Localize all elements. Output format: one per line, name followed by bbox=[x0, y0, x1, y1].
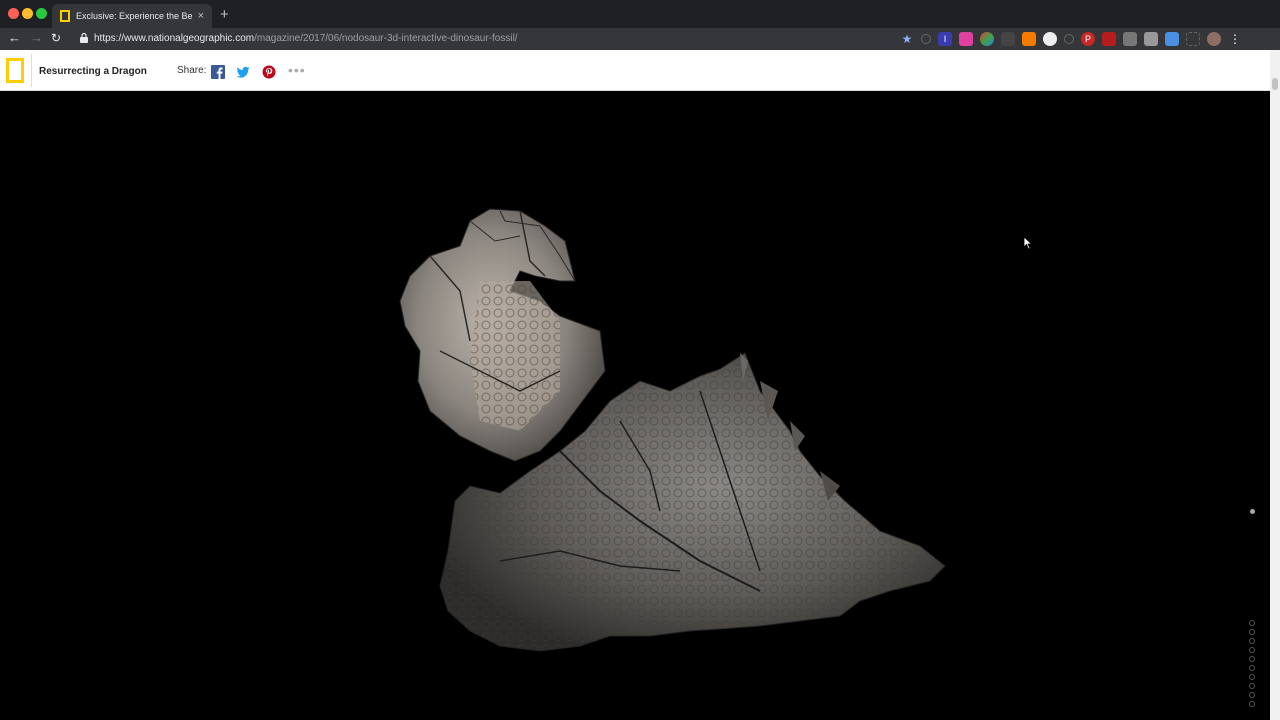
nodosaur-fossil-model bbox=[399, 208, 946, 652]
step-dot[interactable] bbox=[1249, 638, 1255, 644]
extension-icon[interactable] bbox=[1186, 32, 1200, 46]
header-divider bbox=[31, 54, 32, 87]
extension-icon[interactable] bbox=[1123, 32, 1137, 46]
article-title: Resurrecting a Dragon bbox=[39, 66, 147, 77]
extension-icon[interactable]: I bbox=[938, 32, 952, 46]
lock-icon bbox=[80, 33, 88, 43]
step-dot[interactable] bbox=[1249, 629, 1255, 635]
close-window-button[interactable] bbox=[8, 8, 19, 19]
natgeo-logo[interactable] bbox=[6, 58, 24, 83]
step-dot[interactable] bbox=[1249, 665, 1255, 671]
rss-icon[interactable] bbox=[1022, 32, 1036, 46]
page-scrollbar[interactable] bbox=[1270, 50, 1280, 720]
step-dot[interactable] bbox=[1249, 683, 1255, 689]
url-host: https://www.nationalgeographic.com bbox=[94, 33, 255, 44]
share-label: Share: bbox=[177, 65, 207, 76]
facebook-icon[interactable] bbox=[211, 65, 225, 79]
step-dot[interactable] bbox=[1249, 647, 1255, 653]
back-button[interactable]: ← bbox=[8, 30, 21, 45]
reload-button[interactable]: ↻ bbox=[51, 31, 61, 45]
extension-icon[interactable] bbox=[1144, 32, 1158, 46]
viewer-step-navigation bbox=[1249, 620, 1255, 707]
extension-icon[interactable] bbox=[980, 32, 994, 46]
browser-toolbar: ← → ↻ https://www.nationalgeographic.com… bbox=[0, 28, 1280, 50]
extensions-area: ★ I P ⋮ bbox=[900, 31, 1242, 47]
more-share-options-button[interactable]: ••• bbox=[288, 62, 306, 78]
extension-icon[interactable] bbox=[1001, 32, 1015, 46]
url-path: /magazine/2017/06/nodosaur-3d-interactiv… bbox=[254, 33, 518, 44]
step-dot[interactable] bbox=[1249, 656, 1255, 662]
forward-button[interactable]: → bbox=[30, 30, 43, 45]
new-tab-button[interactable]: + bbox=[220, 6, 229, 23]
extension-icon[interactable] bbox=[1064, 34, 1074, 44]
step-dot[interactable] bbox=[1249, 620, 1255, 626]
tab-close-icon[interactable]: × bbox=[198, 10, 204, 22]
minimize-window-button[interactable] bbox=[22, 8, 33, 19]
menu-kebab-icon[interactable]: ⋮ bbox=[1228, 32, 1242, 46]
extension-icon[interactable]: P bbox=[1081, 32, 1095, 46]
step-dot[interactable] bbox=[1249, 692, 1255, 698]
extension-icon[interactable] bbox=[1102, 32, 1116, 46]
profile-avatar[interactable] bbox=[1207, 32, 1221, 46]
pinterest-icon[interactable] bbox=[262, 65, 276, 79]
step-dot[interactable] bbox=[1249, 701, 1255, 707]
natgeo-favicon-icon bbox=[60, 10, 70, 22]
mouse-cursor-icon bbox=[1023, 236, 1033, 250]
extension-icon[interactable] bbox=[959, 32, 973, 46]
maximize-window-button[interactable] bbox=[36, 8, 47, 19]
step-dot[interactable] bbox=[1249, 674, 1255, 680]
tab-title: Exclusive: Experience the Best bbox=[76, 11, 192, 21]
extension-icon[interactable] bbox=[1165, 32, 1179, 46]
twitter-icon[interactable] bbox=[236, 65, 250, 79]
extension-icon[interactable] bbox=[1043, 32, 1057, 46]
3d-fossil-viewer[interactable] bbox=[0, 91, 1270, 720]
site-header: Resurrecting a Dragon Share: ••• bbox=[0, 50, 1270, 91]
address-bar[interactable]: https://www.nationalgeographic.com/magaz… bbox=[94, 33, 518, 44]
browser-tab-strip: Exclusive: Experience the Best × + bbox=[0, 0, 1280, 28]
browser-tab[interactable]: Exclusive: Experience the Best × bbox=[52, 4, 212, 28]
scrollbar-thumb[interactable] bbox=[1272, 78, 1278, 90]
extension-icon[interactable] bbox=[921, 34, 931, 44]
bookmark-star-icon[interactable]: ★ bbox=[900, 32, 914, 46]
viewer-progress-dot[interactable] bbox=[1250, 509, 1255, 514]
